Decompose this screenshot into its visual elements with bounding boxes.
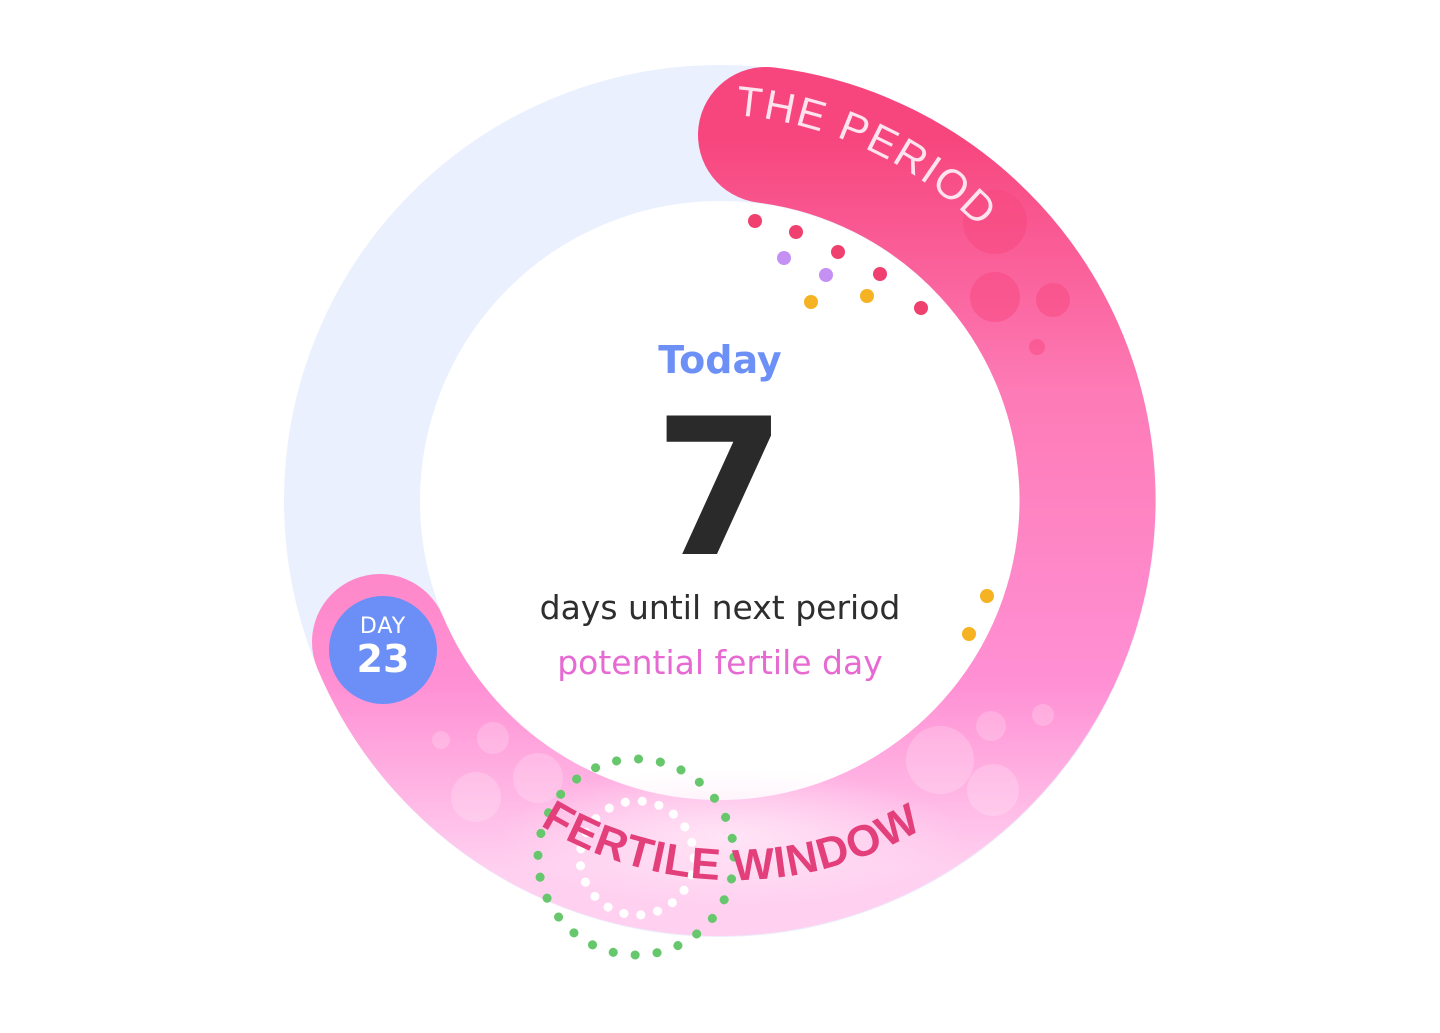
days-until-period-count: 7 <box>653 378 787 599</box>
day-badge-number: 23 <box>356 637 410 681</box>
day-badge-label: DAY <box>359 614 407 639</box>
current-day-badge[interactable]: DAY 23 <box>329 596 437 704</box>
fertile-day-caption: potential fertile day <box>557 643 883 682</box>
today-label: Today <box>658 338 782 382</box>
days-until-period-caption: days until next period <box>539 588 901 627</box>
